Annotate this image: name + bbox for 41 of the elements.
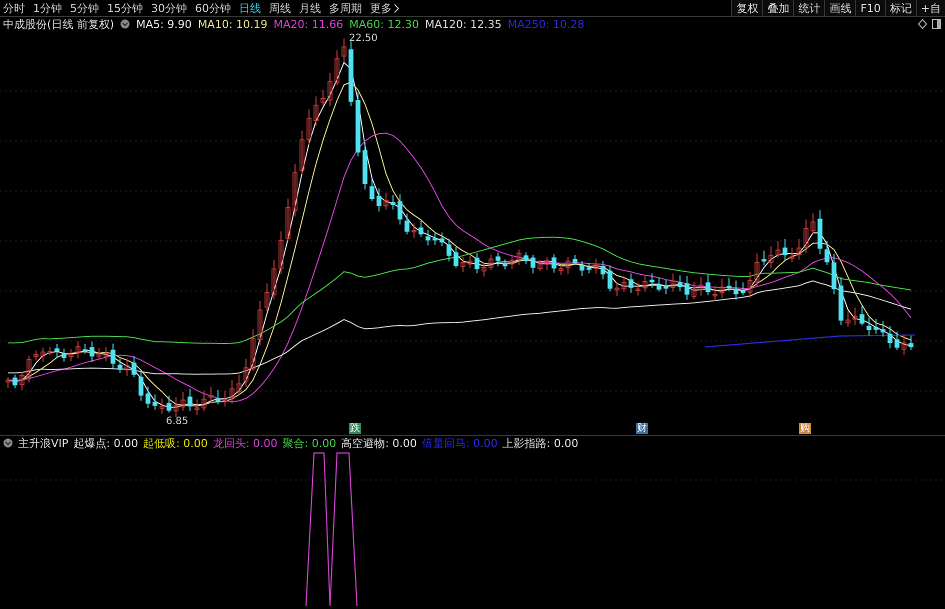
period-tab[interactable]: 日线 — [239, 0, 261, 16]
period-tab[interactable]: 月线 — [299, 0, 321, 16]
diamond-icon[interactable] — [918, 19, 927, 29]
period-tab[interactable]: 1分钟 — [33, 0, 62, 16]
signal-marker: 购 — [799, 423, 811, 434]
ma-legend-value: MA250: 10.28 — [508, 18, 584, 30]
price-extreme-label: 22.50 — [349, 33, 378, 44]
period-tab[interactable]: 周线 — [269, 0, 291, 16]
indicator-value: 上影指路: 0.00 — [502, 436, 578, 450]
price-extreme-label: 6.85 — [166, 416, 188, 427]
toolbar-button[interactable]: 统计 — [793, 0, 824, 16]
panel-toggle-icon[interactable] — [932, 19, 941, 29]
indicator-value: 聚合: 0.00 — [282, 436, 336, 450]
ma-legend-value: MA60: 12.30 — [349, 18, 419, 30]
chart-title: 中成股份(日线 前复权) — [3, 16, 114, 32]
indicator-name: 主升浪VIP — [18, 436, 68, 450]
toolbar-button[interactable]: 画线 — [824, 0, 856, 16]
period-tab[interactable]: 多周期 — [329, 0, 362, 16]
period-tab[interactable]: 60分钟 — [195, 0, 231, 16]
toolbar-button[interactable]: 标记 — [884, 0, 916, 16]
indicator-value: 倍量回马: 0.00 — [422, 436, 498, 450]
ma-legend-value: MA20: 11.66 — [274, 18, 344, 30]
indicator-value: 龙回头: 0.00 — [212, 436, 278, 450]
ma-legend-value: MA5: 9.90 — [136, 18, 192, 30]
indicator-value: 高空避物: 0.00 — [341, 436, 417, 450]
period-tab[interactable]: 更多 — [370, 0, 399, 16]
signal-marker: 跌 — [349, 423, 361, 434]
indicator-value: 起低吸: 0.00 — [143, 436, 208, 450]
indicator-value: 起爆点: 0.00 — [73, 436, 138, 450]
ma-legend-value: MA10: 10.19 — [198, 18, 268, 30]
period-tab[interactable]: 15分钟 — [107, 0, 143, 16]
toolbar-button[interactable]: 复权 — [731, 0, 762, 16]
toolbar-button[interactable]: +自 — [916, 0, 945, 16]
ma-legend-value: MA120: 12.35 — [424, 18, 502, 30]
toolbar-button[interactable]: 叠加 — [762, 0, 794, 16]
toolbar-button[interactable]: F10 — [855, 0, 885, 16]
chevron-right-icon — [394, 4, 399, 12]
period-tab[interactable]: 30分钟 — [151, 0, 187, 16]
period-tab[interactable]: 分时 — [3, 0, 25, 16]
period-tab[interactable]: 5分钟 — [70, 0, 99, 16]
signal-marker: 财 — [636, 423, 648, 434]
